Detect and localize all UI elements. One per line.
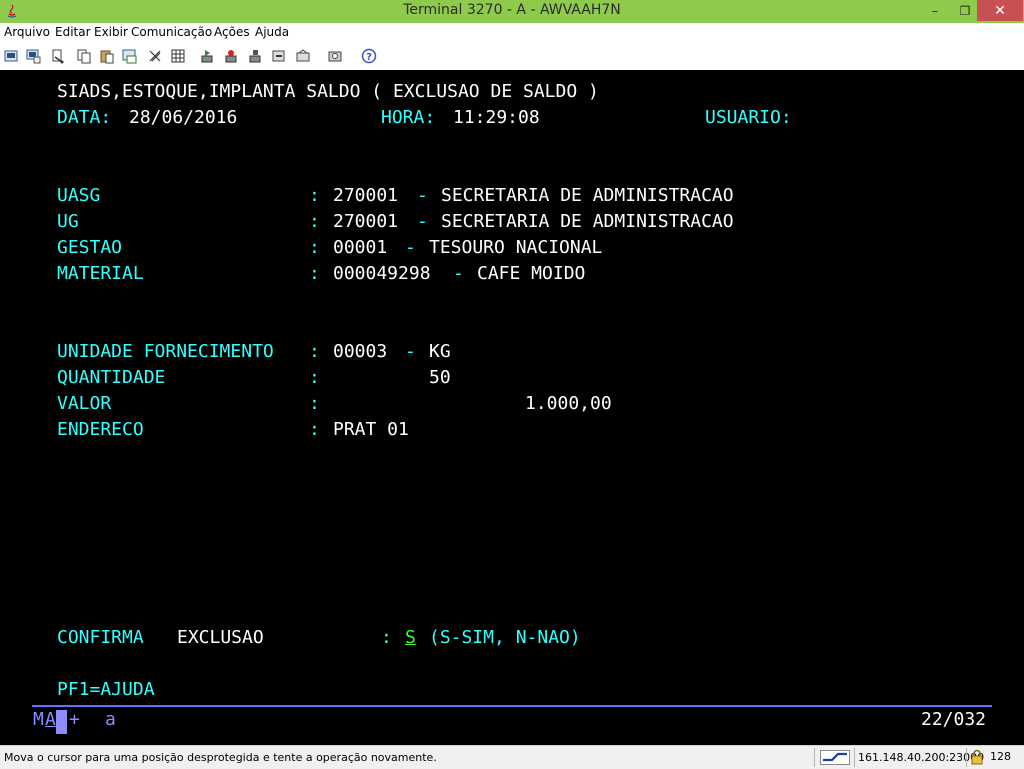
keypad-icon[interactable] [147,48,163,64]
status-divider [854,748,855,767]
data-label: DATA: [57,107,112,128]
window-title: Terminal 3270 - A - AWVAAH7N [403,2,621,18]
gestao-dash: - [405,237,416,258]
svg-text:?: ? [366,52,372,63]
gestao-code: 00001 [333,237,388,258]
quantidade-colon: : [309,367,320,388]
transfer-icon[interactable] [122,48,138,64]
toolbar: ? [0,43,1024,71]
oia-indicator-a: A [45,709,56,730]
copy-icon[interactable] [76,48,92,64]
quantidade-label: QUANTIDADE [57,367,166,388]
confirma-colon: : [381,627,392,648]
confirma-label: CONFIRMA [57,627,144,648]
confirma-input[interactable]: S [405,628,416,648]
hora-label: HORA: [381,107,436,128]
material-dash: - [453,263,464,284]
terminal-screen[interactable]: SIADS,ESTOQUE,IMPLANTA SALDO ( EXCLUSAO … [0,70,1024,745]
cut-icon[interactable] [50,48,66,64]
menu-arquivo[interactable]: Arquivo [4,25,50,39]
gestao-colon: : [309,237,320,258]
confirma-action: EXCLUSAO [177,627,264,648]
menu-bar: Arquivo Editar Exibir Comunicação Ações … [0,23,1024,43]
screen-title: SIADS,ESTOQUE,IMPLANTA SALDO ( EXCLUSAO … [57,81,599,102]
uasg-code: 270001 [333,185,399,206]
valor-colon: : [309,393,320,414]
material-code: 000049298 [333,263,431,284]
uasg-label: UASG [57,185,101,206]
menu-comunicacao[interactable]: Comunicação [131,25,212,39]
send-icon[interactable] [271,48,287,64]
close-button[interactable]: ✕ [977,0,1023,21]
endereco-colon: : [309,419,320,440]
unidade-description: KG [429,341,451,362]
unidade-code: 00003 [333,341,388,362]
ug-code: 270001 [333,211,399,232]
print-screen-icon[interactable] [25,48,41,64]
valor-label: VALOR [57,393,112,414]
unidade-colon: : [309,341,320,362]
lock-icon [971,749,983,765]
oia-mode: a [105,709,116,730]
encryption-bits: 128 [990,750,1011,763]
grid-icon[interactable] [170,48,186,64]
help-icon[interactable]: ? [361,48,377,64]
gestao-description: TESOURO NACIONAL [429,237,603,258]
menu-acoes[interactable]: Ações [214,25,250,39]
status-bar: Mova o cursor para uma posição desproteg… [0,745,1024,769]
uasg-dash: - [417,185,428,206]
cursor-block [56,710,67,734]
data-value: 28/06/2016 [129,107,238,128]
paste-icon[interactable] [99,48,115,64]
material-label: MATERIAL [57,263,144,284]
confirma-options: (S-SIM, N-NAO) [429,627,581,648]
receive-icon[interactable] [295,48,311,64]
ug-description: SECRETARIA DE ADMINISTRACAO [441,211,734,232]
usuario-label: USUARIO: [705,107,792,128]
ug-dash: - [417,211,428,232]
pf1-help-hint: PF1=AJUDA [57,679,155,700]
ug-colon: : [309,211,320,232]
uasg-colon: : [309,185,320,206]
macro-record-icon[interactable] [223,48,239,64]
maximize-button[interactable]: ❐ [952,0,978,21]
endereco-label: ENDERECO [57,419,144,440]
gestao-label: GESTAO [57,237,123,258]
hora-value: 11:29:08 [453,107,540,128]
copy-screen-icon[interactable] [4,48,20,64]
oia-separator [32,705,992,707]
title-bar: Terminal 3270 - A - AWVAAH7N – ❐ ✕ [0,0,1024,23]
material-colon: : [309,263,320,284]
uasg-description: SECRETARIA DE ADMINISTRACAO [441,185,734,206]
connection-icon [820,750,850,765]
macro-play-icon[interactable] [199,48,215,64]
oia-indicator-m: M [33,709,44,730]
valor-value: 1.000,00 [525,393,612,414]
quantidade-value: 50 [429,367,451,388]
menu-ajuda[interactable]: Ajuda [255,25,289,39]
status-divider [814,748,815,767]
menu-exibir[interactable]: Exibir [94,25,128,39]
oia-plus: + [69,709,80,730]
cursor-position: 22/032 [921,709,987,730]
menu-editar[interactable]: Editar [55,25,91,39]
configure-icon[interactable] [327,48,343,64]
material-description: CAFE MOIDO [477,263,586,284]
ug-label: UG [57,211,79,232]
endereco-value: PRAT 01 [333,419,409,440]
status-message: Mova o cursor para uma posição desproteg… [4,751,437,764]
minimize-button[interactable]: – [918,0,952,21]
unidade-dash: - [405,341,416,362]
macro-stop-icon[interactable] [247,48,263,64]
status-divider [966,748,967,767]
unidade-label: UNIDADE FORNECIMENTO [57,341,274,362]
